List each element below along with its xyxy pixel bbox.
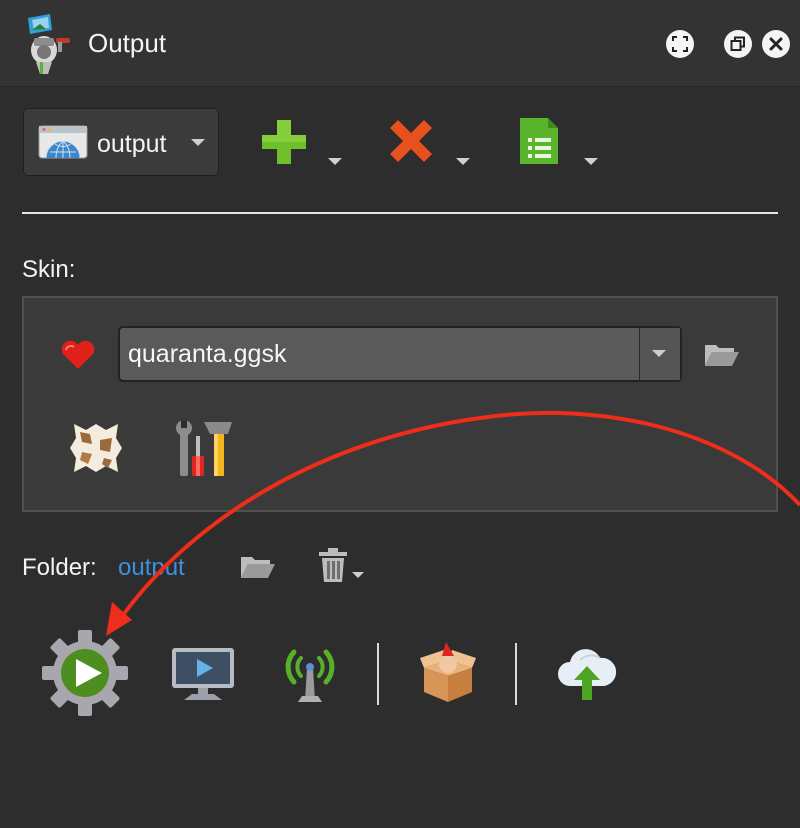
monitor-play-icon[interactable] <box>172 648 234 702</box>
antenna-icon[interactable] <box>280 642 340 704</box>
chevron-down-icon <box>191 139 205 146</box>
actions-separator <box>515 643 517 705</box>
fullscreen-button[interactable] <box>666 30 694 58</box>
restore-icon <box>730 36 745 51</box>
output-select[interactable]: output <box>23 108 219 176</box>
add-dropdown-arrow[interactable] <box>328 158 342 165</box>
close-icon <box>769 37 783 51</box>
play-gear-icon[interactable] <box>42 630 128 716</box>
ggskin-app-icon <box>28 14 70 74</box>
folder-open-icon[interactable] <box>240 554 276 580</box>
output-select-value: output <box>97 130 167 158</box>
title-bar: Output <box>0 0 800 87</box>
document-list-icon[interactable] <box>520 118 560 166</box>
heart-icon[interactable] <box>60 340 96 370</box>
delete-x-icon[interactable] <box>388 118 434 164</box>
chevron-down-icon <box>652 350 666 357</box>
skin-label: Skin: <box>22 256 76 283</box>
tools-icon[interactable] <box>170 418 234 478</box>
skin-file-combo[interactable]: quaranta.ggsk <box>118 326 682 382</box>
window-title: Output <box>88 28 167 58</box>
add-plus-icon[interactable] <box>262 120 306 164</box>
close-button[interactable] <box>762 30 790 58</box>
cowhide-icon[interactable] <box>66 420 126 476</box>
toolbar-divider <box>22 212 778 214</box>
trash-icon[interactable] <box>318 548 366 584</box>
delete-dropdown-arrow[interactable] <box>456 158 470 165</box>
fullscreen-icon <box>672 36 688 52</box>
skin-file-value: quaranta.ggsk <box>128 340 287 368</box>
restore-button[interactable] <box>724 30 752 58</box>
skin-file-dropdown-button[interactable] <box>639 328 680 380</box>
folder-link[interactable]: output <box>118 554 185 582</box>
open-box-icon[interactable] <box>420 640 476 704</box>
actions-separator <box>377 643 379 705</box>
cloud-upload-icon[interactable] <box>556 646 618 702</box>
folder-label: Folder: <box>22 554 97 581</box>
browser-globe-icon <box>38 125 88 159</box>
settings-dropdown-arrow[interactable] <box>584 158 598 165</box>
folder-open-icon[interactable] <box>704 342 740 368</box>
